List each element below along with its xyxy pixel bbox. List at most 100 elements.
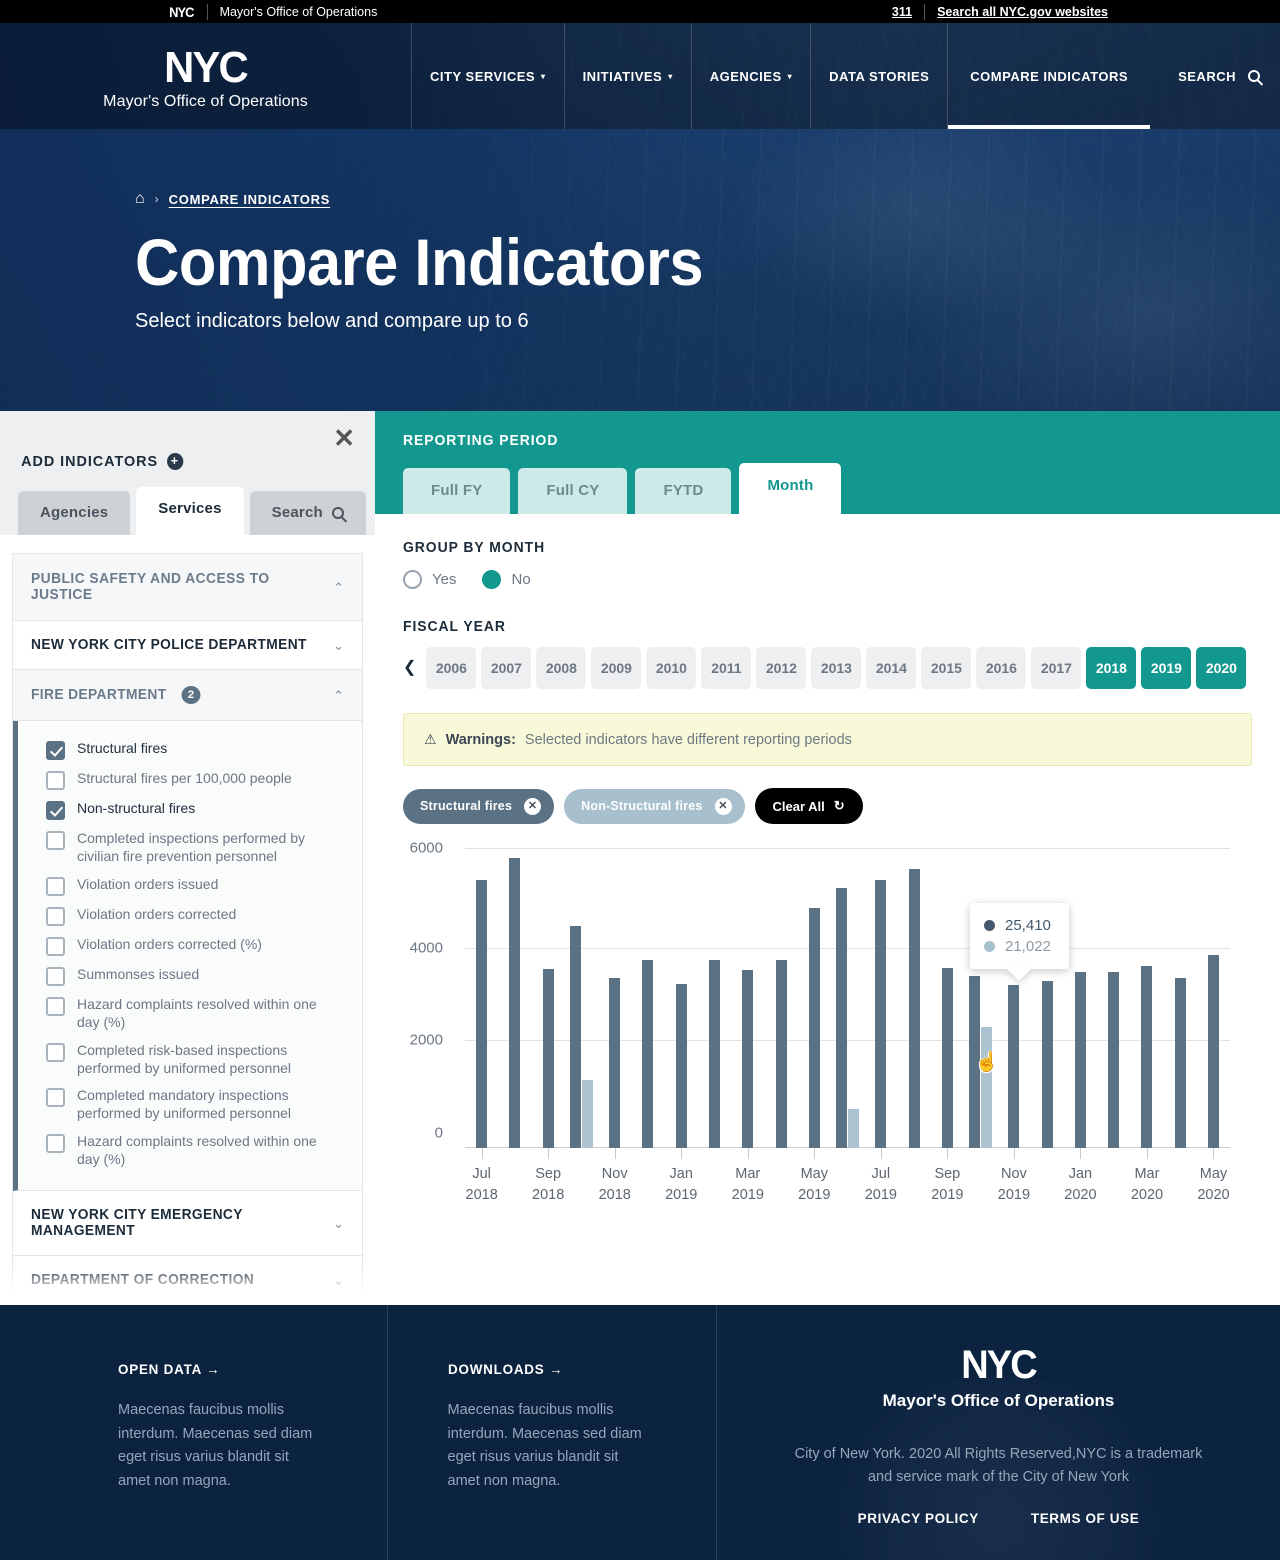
agency-row-fire-department[interactable]: FIRE DEPARTMENT 2 ⌃ <box>13 670 362 721</box>
bar-series-structural-fires[interactable] <box>509 858 521 1148</box>
fiscal-year-2014[interactable]: 2014 <box>866 647 917 689</box>
home-icon[interactable]: ⌂ <box>135 191 145 207</box>
bar-group[interactable] <box>465 848 498 1148</box>
checkbox-icon[interactable] <box>46 831 65 850</box>
tab-full-fy[interactable]: Full FY <box>403 468 511 514</box>
tab-services[interactable]: Services <box>136 487 244 535</box>
chevron-left-icon[interactable]: ❮ <box>403 660 416 676</box>
site-logo-block[interactable]: NYC Mayor's Office of Operations <box>0 23 411 129</box>
checkbox-icon[interactable] <box>46 771 65 790</box>
bar-series-non-structural-fires[interactable] <box>848 1108 860 1148</box>
checkbox-icon[interactable] <box>46 741 65 760</box>
bar-group[interactable] <box>565 848 598 1148</box>
bar-series-structural-fires[interactable] <box>1074 972 1086 1148</box>
bar-series-structural-fires[interactable] <box>476 880 488 1148</box>
checkbox-icon[interactable] <box>46 876 65 896</box>
footer-heading-open-data[interactable]: OPEN DATA → <box>118 1361 318 1377</box>
bar-series-structural-fires[interactable] <box>1207 955 1219 1148</box>
list-item[interactable]: Violation orders issued <box>32 871 348 901</box>
list-item[interactable]: Completed mandatory inspections performe… <box>32 1082 348 1128</box>
bar-group[interactable] <box>1197 848 1230 1148</box>
agency-row-nypd[interactable]: NEW YORK CITY POLICE DEPARTMENT ⌄ <box>13 621 362 670</box>
bar-group[interactable] <box>1097 848 1130 1148</box>
list-item[interactable]: Violation orders corrected <box>32 901 348 931</box>
footer-link-terms-of-use[interactable]: TERMS OF USE <box>1031 1511 1139 1526</box>
bar-series-structural-fires[interactable] <box>742 969 754 1148</box>
bar-series-structural-fires[interactable] <box>875 879 887 1148</box>
tab-full-cy[interactable]: Full CY <box>518 468 628 514</box>
search-all-nycgov-link[interactable]: Search all NYC.gov websites <box>937 5 1108 19</box>
chip-non-structural-fires[interactable]: Non-Structural fires ✕ <box>564 788 745 824</box>
checkbox-icon[interactable] <box>46 966 65 986</box>
bar-group[interactable] <box>798 848 831 1148</box>
fiscal-year-2015[interactable]: 2015 <box>921 647 972 689</box>
chip-structural-fires[interactable]: Structural fires ✕ <box>403 788 555 824</box>
list-item[interactable]: Hazard complaints resolved within one da… <box>32 991 348 1037</box>
bar-series-structural-fires[interactable] <box>1008 984 1020 1148</box>
fiscal-year-2007[interactable]: 2007 <box>481 647 532 689</box>
radio-group-by-month-no[interactable]: No <box>482 570 531 589</box>
bar-series-structural-fires[interactable] <box>941 968 953 1148</box>
list-item[interactable]: Violation orders corrected (%) <box>32 931 348 961</box>
bar-series-structural-fires[interactable] <box>908 869 920 1148</box>
fiscal-year-2017[interactable]: 2017 <box>1031 647 1082 689</box>
header-search-button[interactable]: SEARCH <box>1154 23 1280 129</box>
bar-group[interactable] <box>864 848 897 1148</box>
bar-group[interactable] <box>1164 848 1197 1148</box>
bar-group[interactable] <box>931 848 964 1148</box>
bar-group[interactable] <box>598 848 631 1148</box>
fiscal-year-2006[interactable]: 2006 <box>426 647 477 689</box>
bar-group[interactable] <box>1031 848 1064 1148</box>
bar-series-non-structural-fires[interactable] <box>581 1080 593 1148</box>
bar-series-structural-fires[interactable] <box>808 907 820 1148</box>
bar-series-structural-fires[interactable] <box>609 978 621 1148</box>
fiscal-year-2016[interactable]: 2016 <box>976 647 1027 689</box>
checkbox-icon[interactable] <box>46 996 65 1016</box>
bar-series-structural-fires[interactable] <box>569 926 581 1148</box>
tab-agencies[interactable]: Agencies <box>18 491 131 535</box>
bar-series-structural-fires[interactable] <box>675 983 687 1148</box>
checkbox-icon[interactable] <box>46 906 65 926</box>
fiscal-year-2009[interactable]: 2009 <box>591 647 642 689</box>
checkbox-icon[interactable] <box>46 801 65 820</box>
footer-link-privacy-policy[interactable]: PRIVACY POLICY <box>858 1511 979 1526</box>
311-link[interactable]: 311 <box>892 5 912 19</box>
close-icon[interactable]: ✕ <box>524 797 542 815</box>
list-item[interactable]: Non-structural fires <box>32 795 348 825</box>
agency-row-correction[interactable]: DEPARTMENT OF CORRECTION ⌄ <box>13 1256 362 1306</box>
nav-item-data-stories[interactable]: DATA STORIES <box>810 23 947 129</box>
nav-item-city-services[interactable]: CITY SERVICES ▾ <box>411 23 564 129</box>
bar-group[interactable] <box>764 848 797 1148</box>
bar-group[interactable] <box>498 848 531 1148</box>
fiscal-year-2020[interactable]: 2020 <box>1196 647 1247 689</box>
list-item[interactable]: Completed inspections performed by civil… <box>32 825 348 871</box>
nav-item-initiatives[interactable]: INITIATIVES ▾ <box>563 23 691 129</box>
bar-group[interactable] <box>665 848 698 1148</box>
bar-series-structural-fires[interactable] <box>1141 965 1153 1148</box>
bar-series-structural-fires[interactable] <box>708 959 720 1148</box>
bar-series-structural-fires[interactable] <box>836 888 848 1148</box>
bar-series-structural-fires[interactable] <box>969 975 981 1148</box>
bar-group[interactable] <box>897 848 930 1148</box>
agency-row-emergency-management[interactable]: NEW YORK CITY EMERGENCY MANAGEMENT ⌄ <box>13 1191 362 1257</box>
fiscal-year-2010[interactable]: 2010 <box>646 647 697 689</box>
fiscal-year-2019[interactable]: 2019 <box>1141 647 1192 689</box>
list-item[interactable]: Structural fires per 100,000 people <box>32 765 348 795</box>
fiscal-year-2018[interactable]: 2018 <box>1086 647 1137 689</box>
bar-series-non-structural-fires[interactable] <box>981 1027 993 1148</box>
nav-item-compare-indicators[interactable]: COMPARE INDICATORS <box>947 23 1150 129</box>
bar-group[interactable] <box>1130 848 1163 1148</box>
checkbox-icon[interactable] <box>46 936 65 956</box>
close-icon[interactable]: ✕ <box>714 797 732 815</box>
bar-group[interactable] <box>964 848 997 1148</box>
fiscal-year-2008[interactable]: 2008 <box>536 647 587 689</box>
fiscal-year-2011[interactable]: 2011 <box>701 647 752 689</box>
bar-series-structural-fires[interactable] <box>542 969 554 1148</box>
bar-group[interactable] <box>997 848 1030 1148</box>
section-public-safety[interactable]: PUBLIC SAFETY AND ACCESS TO JUSTICE ⌃ <box>13 554 362 621</box>
bar-series-structural-fires[interactable] <box>1174 978 1186 1148</box>
bar-group[interactable] <box>631 848 664 1148</box>
checkbox-icon[interactable] <box>46 1042 65 1062</box>
bar-series-structural-fires[interactable] <box>775 959 787 1148</box>
bar-group[interactable] <box>731 848 764 1148</box>
